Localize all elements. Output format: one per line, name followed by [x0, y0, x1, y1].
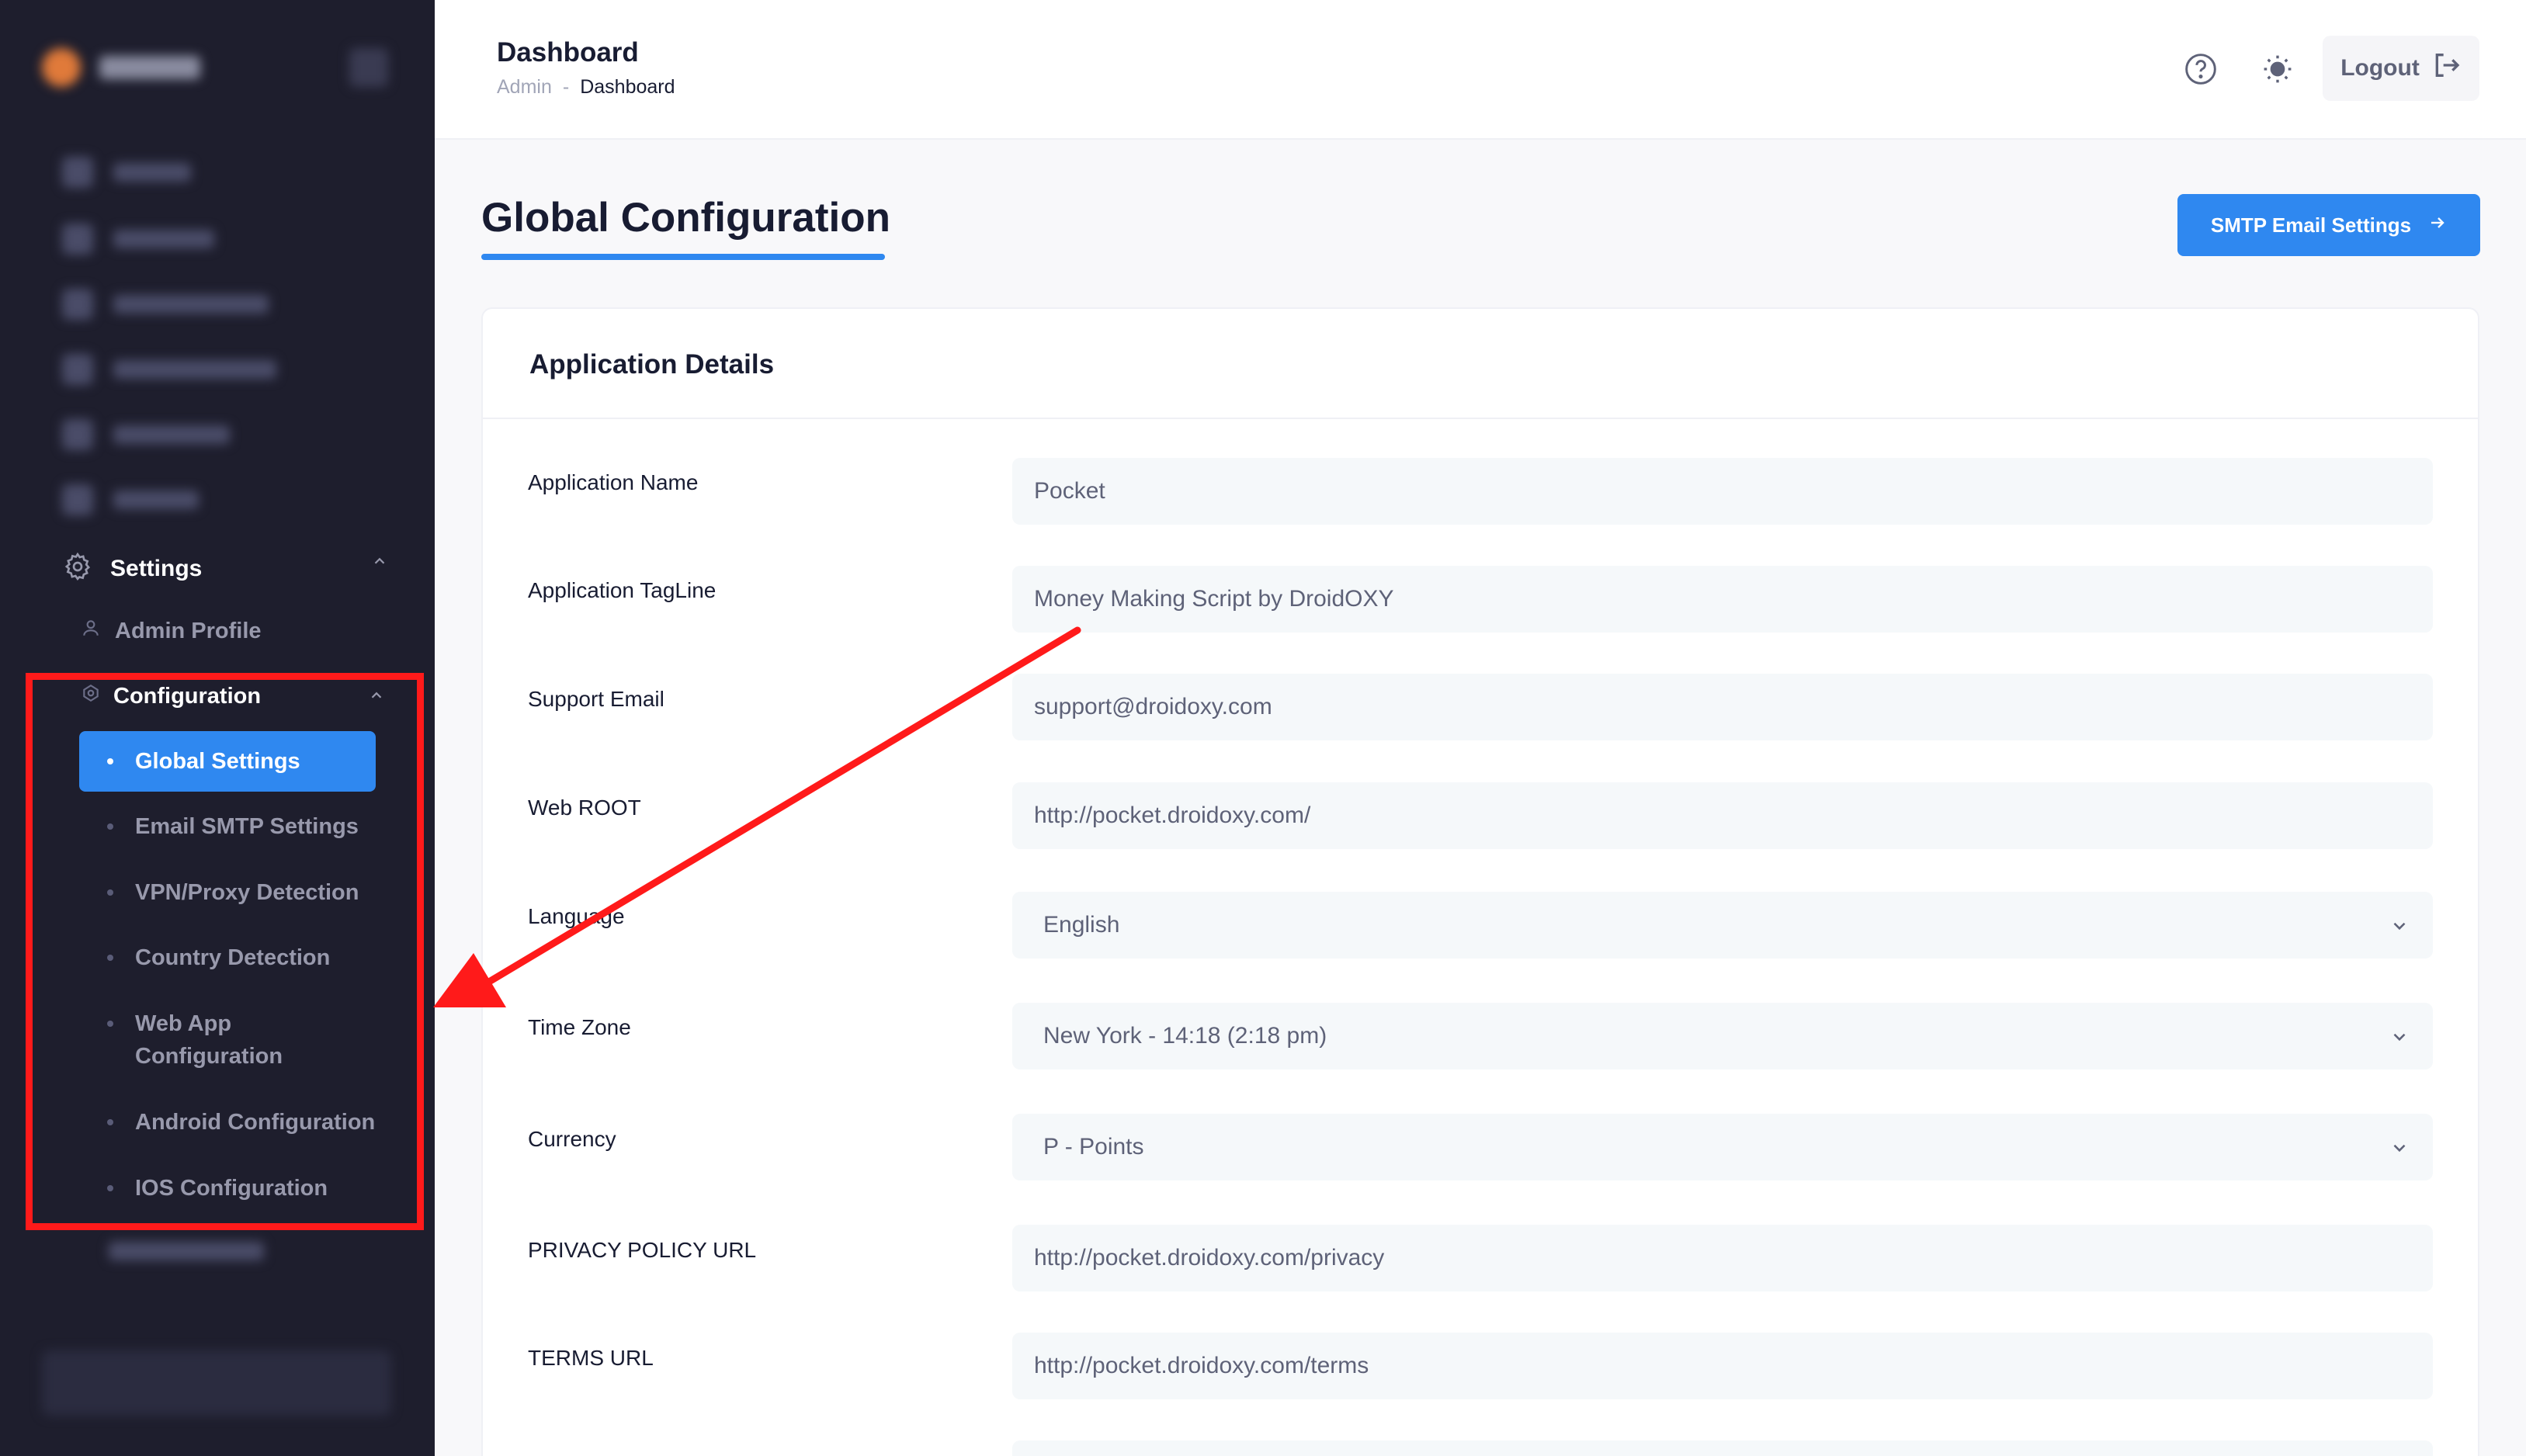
- logout-button[interactable]: Logout: [2323, 36, 2479, 101]
- sidebar: Settings Admin Profile Configuration Glo…: [0, 0, 435, 1456]
- sidebar-item-blurred[interactable]: [62, 419, 230, 450]
- field-label: Currency: [528, 1127, 616, 1151]
- input-value: support@droidoxy.com: [1034, 694, 1272, 719]
- support-email-input[interactable]: support@droidoxy.com: [1012, 674, 2433, 740]
- language-select[interactable]: English: [1012, 892, 2433, 959]
- field-label: TERMS URL: [528, 1346, 654, 1370]
- field-label: Time Zone: [528, 1015, 631, 1039]
- field-label: Application Name: [528, 470, 699, 494]
- sidebar-footer-button[interactable]: [42, 1350, 391, 1416]
- next-field-input[interactable]: [1012, 1440, 2433, 1456]
- breadcrumb-item: Dashboard: [580, 76, 675, 98]
- time-zone-select[interactable]: New York - 14:18 (2:18 pm): [1012, 1003, 2433, 1069]
- field-label: Language: [528, 904, 625, 928]
- sidebar-item-blurred[interactable]: [62, 289, 269, 320]
- top-header: Dashboard Admin - Dashboard Logout: [435, 0, 2526, 140]
- field-label: PRIVACY POLICY URL: [528, 1238, 757, 1262]
- gear-icon: [62, 551, 93, 586]
- card-title: Application Details: [529, 349, 775, 380]
- user-icon: [81, 618, 101, 644]
- logout-icon: [2431, 50, 2462, 87]
- sidebar-item-blurred[interactable]: [62, 484, 199, 515]
- page-title: Global Configuration: [481, 195, 890, 241]
- web-root-input[interactable]: http://pocket.droidoxy.com/: [1012, 782, 2433, 849]
- page-header-title: Dashboard: [497, 37, 639, 68]
- theme-toggle-icon[interactable]: [2258, 50, 2297, 88]
- select-value: P - Points: [1043, 1134, 1144, 1160]
- privacy-policy-url-input[interactable]: http://pocket.droidoxy.com/privacy: [1012, 1225, 2433, 1291]
- sidebar-item-blurred[interactable]: [62, 157, 191, 188]
- sidebar-toggle-button[interactable]: [349, 48, 388, 87]
- sidebar-item-blurred[interactable]: [109, 1242, 264, 1260]
- smtp-email-settings-button[interactable]: SMTP Email Settings: [2177, 194, 2480, 256]
- button-label: SMTP Email Settings: [2210, 213, 2412, 237]
- chevron-up-icon: [371, 553, 388, 574]
- application-tagline-input[interactable]: Money Making Script by DroidOXY: [1012, 566, 2433, 633]
- breadcrumb-separator: -: [562, 76, 570, 98]
- input-value: http://pocket.droidoxy.com/: [1034, 803, 1311, 828]
- application-name-input[interactable]: Pocket: [1012, 458, 2433, 525]
- help-icon[interactable]: [2181, 50, 2220, 88]
- chevron-down-icon: [2389, 1027, 2410, 1053]
- chevron-down-icon: [2389, 916, 2410, 942]
- sidebar-item-settings[interactable]: Settings: [62, 551, 388, 586]
- breadcrumb-item[interactable]: Admin: [497, 76, 552, 99]
- field-label: Application TagLine: [528, 578, 717, 602]
- divider: [483, 418, 2478, 419]
- logout-label: Logout: [2340, 55, 2420, 81]
- field-label: Support Email: [528, 687, 664, 711]
- app-logo: [42, 48, 200, 87]
- field-label: Web ROOT: [528, 796, 641, 820]
- input-value: Pocket: [1034, 478, 1105, 504]
- annotation-highlight-box: [26, 673, 424, 1230]
- breadcrumb: Admin - Dashboard: [497, 76, 675, 99]
- select-value: English: [1043, 912, 1120, 938]
- sidebar-item-blurred[interactable]: [62, 354, 276, 385]
- page-title-underline: [481, 254, 885, 260]
- input-value: http://pocket.droidoxy.com/privacy: [1034, 1245, 1385, 1271]
- sidebar-item-label: Admin Profile: [115, 618, 262, 643]
- sidebar-item-admin-profile[interactable]: Admin Profile: [81, 618, 262, 644]
- sidebar-item-label: Settings: [110, 555, 203, 581]
- input-value: http://pocket.droidoxy.com/terms: [1034, 1353, 1369, 1378]
- sidebar-item-blurred[interactable]: [62, 224, 214, 255]
- input-value: Money Making Script by DroidOXY: [1034, 586, 1394, 612]
- chevron-down-icon: [2389, 1138, 2410, 1164]
- terms-url-input[interactable]: http://pocket.droidoxy.com/terms: [1012, 1333, 2433, 1399]
- arrow-right-icon: [2428, 213, 2447, 237]
- select-value: New York - 14:18 (2:18 pm): [1043, 1023, 1327, 1049]
- currency-select[interactable]: P - Points: [1012, 1114, 2433, 1180]
